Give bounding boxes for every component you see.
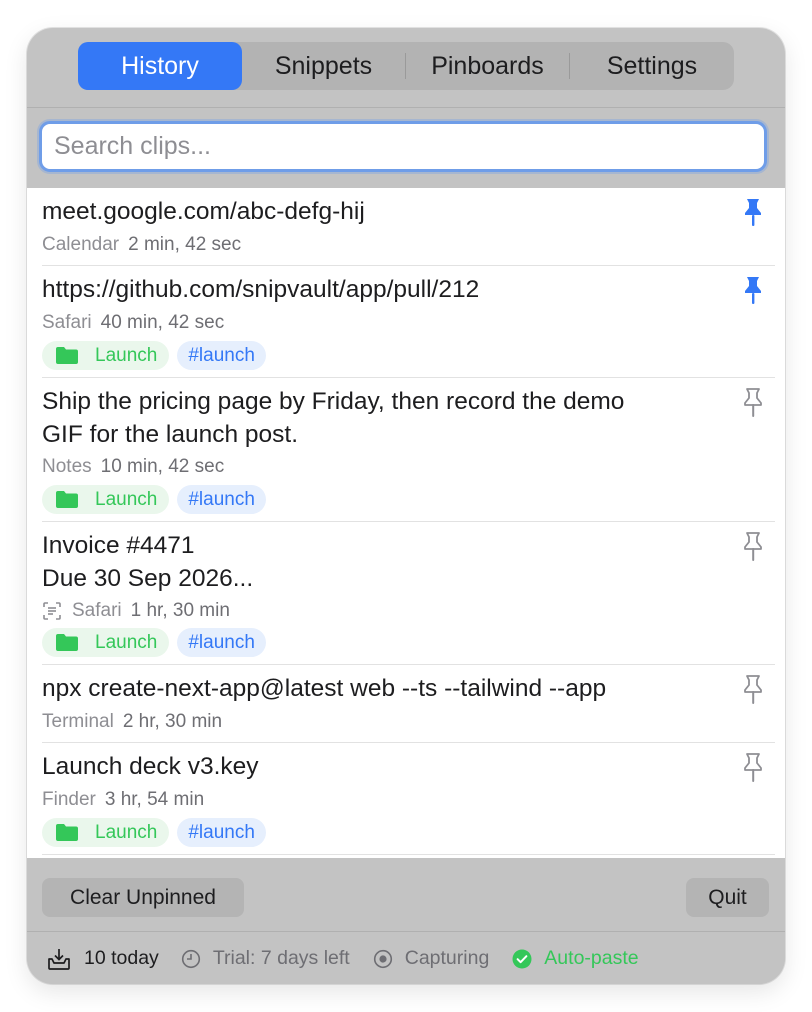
- tab-pinboards[interactable]: Pinboards: [406, 42, 569, 90]
- search-input[interactable]: [42, 124, 764, 169]
- folder-tag[interactable]: Launch: [42, 485, 170, 514]
- row-divider: [42, 854, 775, 855]
- capturing-status: Capturing: [404, 947, 490, 969]
- clip-source-app: Finder: [42, 789, 96, 810]
- today-count: 10 today: [84, 947, 159, 969]
- status-bar: 10 today Trial: 7 days left Capturing Au…: [27, 931, 785, 984]
- clip-age: 40 min, 42 sec: [100, 312, 225, 333]
- pin-outline-icon[interactable]: [741, 386, 765, 418]
- clip-title-line: GIF for the launch post.: [42, 421, 299, 448]
- clip-source-app: Safari: [72, 600, 122, 621]
- quit-button[interactable]: Quit: [686, 878, 769, 917]
- trial-status: Trial: 7 days left: [212, 947, 350, 969]
- search-box: [39, 121, 767, 172]
- status-autopaste[interactable]: Auto-paste: [512, 947, 639, 970]
- clip-item[interactable]: Ship the pricing page by Friday, then re…: [27, 378, 785, 522]
- clip-list[interactable]: meet.google.com/abc-defg-hij Calendar 2 …: [27, 188, 785, 858]
- clip-age: 10 min, 42 sec: [100, 456, 225, 477]
- clip-source-app: Terminal: [42, 711, 114, 732]
- folder-tag[interactable]: Launch: [42, 628, 170, 657]
- pin-outline-icon[interactable]: [741, 530, 765, 562]
- clip-tags: Launch #launch: [42, 818, 266, 847]
- checkmark-circle-icon: [512, 949, 532, 968]
- hashtag[interactable]: #launch: [177, 818, 266, 847]
- folder-icon: [56, 634, 78, 651]
- status-trial: Trial: 7 days left: [181, 947, 350, 970]
- folder-icon: [56, 347, 78, 364]
- hashtag[interactable]: #launch: [177, 341, 266, 370]
- clip-meta: Notes 10 min, 42 sec: [42, 456, 224, 478]
- hashtag[interactable]: #launch: [177, 485, 266, 514]
- clip-title-line: Invoice #4471: [42, 532, 195, 559]
- clip-item[interactable]: https://github.com/snipvault/app/pull/21…: [27, 266, 785, 378]
- autopaste-status: Auto-paste: [544, 947, 639, 969]
- header-divider: [27, 107, 785, 108]
- record-icon: [373, 949, 392, 968]
- status-today: 10 today: [46, 947, 159, 971]
- clip-age: 3 hr, 54 min: [104, 789, 205, 810]
- clip-title: npx create-next-app@latest web --ts --ta…: [42, 675, 607, 702]
- clip-tags: Launch #launch: [42, 341, 266, 370]
- folder-tag-label: Launch: [95, 631, 158, 653]
- clip-meta: Finder 3 hr, 54 min: [42, 789, 204, 811]
- clip-tags: Launch #launch: [42, 628, 266, 657]
- clip-title: Launch deck v3.key: [42, 753, 259, 780]
- clip-age: 1 hr, 30 min: [130, 600, 230, 621]
- folder-icon: [56, 491, 78, 508]
- clear-unpinned-button[interactable]: Clear Unpinned: [42, 878, 244, 917]
- pin-outline-icon[interactable]: [741, 751, 765, 783]
- hashtag[interactable]: #launch: [177, 628, 266, 657]
- clip-item[interactable]: Launch deck v3.key Finder 3 hr, 54 min L…: [27, 743, 785, 855]
- clip-tags: Launch #launch: [42, 485, 266, 514]
- clip-title: https://github.com/snipvault/app/pull/21…: [42, 276, 480, 303]
- clip-meta: Terminal 2 hr, 30 min: [42, 711, 222, 733]
- clip-title-line: Ship the pricing page by Friday, then re…: [42, 388, 625, 415]
- folder-icon: [56, 824, 78, 841]
- clip-source-app: Safari: [42, 312, 92, 333]
- folder-tag[interactable]: Launch: [42, 341, 170, 370]
- text-scan-icon: [43, 602, 61, 620]
- clip-title: meet.google.com/abc-defg-hij: [42, 198, 365, 225]
- pin-outline-icon[interactable]: [741, 673, 765, 705]
- tray-download-icon: [48, 948, 70, 970]
- clip-item[interactable]: Invoice #4471 Due 30 Sep 2026... Safari …: [27, 522, 785, 665]
- clip-age: 2 hr, 30 min: [122, 711, 223, 732]
- clip-title-line: Due 30 Sep 2026...: [42, 565, 254, 592]
- clip-meta: Safari 1 hr, 30 min: [42, 600, 230, 622]
- clipboard-popover: History Snippets Pinboards Settings meet…: [27, 28, 785, 984]
- clip-meta: Safari 40 min, 42 sec: [42, 312, 224, 334]
- folder-tag[interactable]: Launch: [42, 818, 170, 847]
- clip-meta: Calendar 2 min, 42 sec: [42, 234, 241, 256]
- folder-tag-label: Launch: [95, 488, 158, 510]
- clock-icon: [181, 949, 200, 968]
- clip-source-app: Notes: [42, 456, 92, 477]
- folder-tag-label: Launch: [95, 344, 158, 366]
- tab-bar: History Snippets Pinboards Settings: [78, 42, 734, 90]
- tab-snippets[interactable]: Snippets: [242, 42, 405, 90]
- status-capturing[interactable]: Capturing: [373, 947, 490, 970]
- tab-history[interactable]: History: [78, 42, 242, 90]
- clip-item[interactable]: meet.google.com/abc-defg-hij Calendar 2 …: [27, 188, 785, 266]
- folder-tag-label: Launch: [95, 821, 158, 843]
- pin-filled-icon[interactable]: [741, 274, 765, 306]
- clip-item[interactable]: npx create-next-app@latest web --ts --ta…: [27, 665, 785, 743]
- tab-settings[interactable]: Settings: [570, 42, 734, 90]
- clip-source-app: Calendar: [42, 234, 120, 255]
- clip-age: 2 min, 42 sec: [128, 234, 242, 255]
- pin-filled-icon[interactable]: [741, 196, 765, 228]
